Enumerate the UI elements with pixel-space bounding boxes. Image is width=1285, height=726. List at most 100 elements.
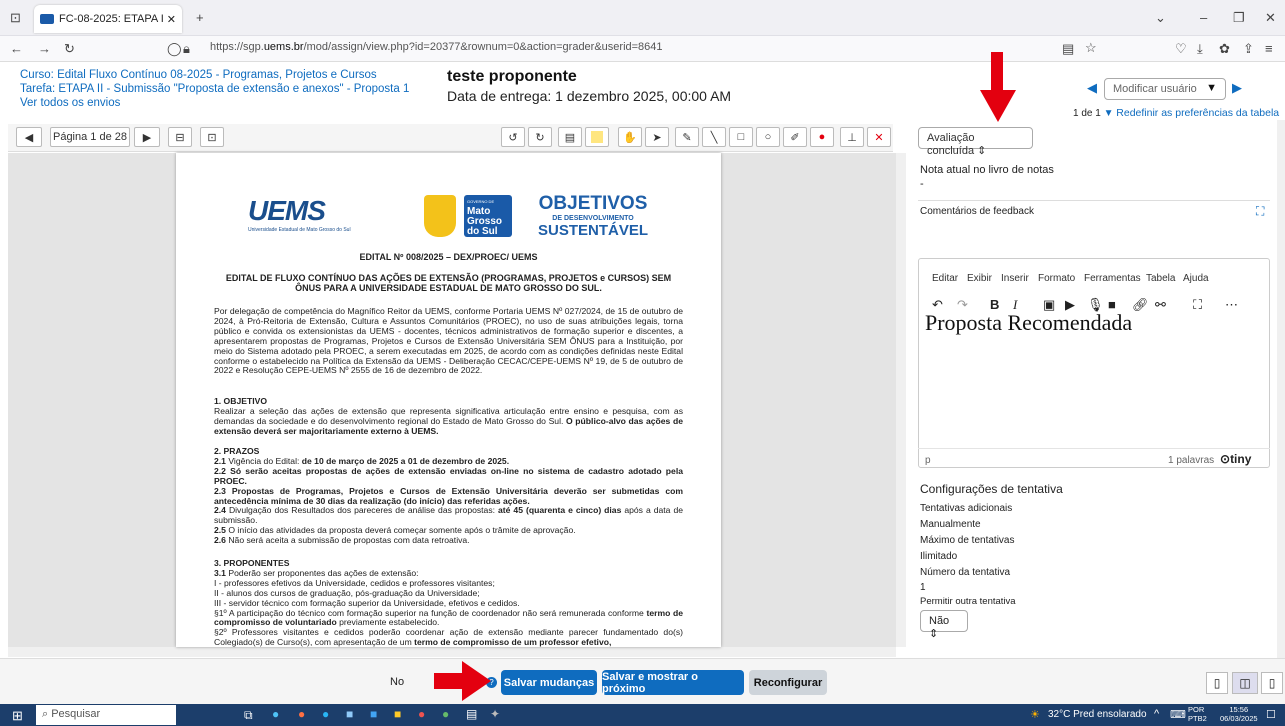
- browser-tab[interactable]: FC-08-2025: ETAPA II - Submiss ✕: [34, 5, 182, 33]
- reset-button[interactable]: Reconfigurar: [749, 670, 827, 695]
- ods-line2: DE DESENVOLVIMENTO: [552, 215, 634, 222]
- clock[interactable]: 15:56 06/03/2025: [1220, 705, 1258, 723]
- oval-button[interactable]: ○: [756, 127, 780, 147]
- change-user-select[interactable]: Modificar usuário ▼: [1104, 78, 1226, 100]
- notepad-icon[interactable]: ▤: [466, 707, 477, 721]
- line-button[interactable]: ╲: [702, 127, 726, 147]
- delete-button[interactable]: ✕: [867, 127, 891, 147]
- more-icon[interactable]: ⋯: [1225, 297, 1238, 313]
- next-user-icon[interactable]: ▶: [1232, 80, 1242, 96]
- layout-split-icon[interactable]: ◫: [1232, 672, 1258, 694]
- feedback-content[interactable]: Proposta Recomendada: [925, 310, 1132, 336]
- pocket-icon[interactable]: ♡: [1175, 42, 1187, 55]
- chevron-down-icon[interactable]: ⌄: [1155, 11, 1166, 24]
- outlook-icon[interactable]: ■: [370, 707, 377, 721]
- expand-icon[interactable]: ⛶: [1256, 204, 1264, 219]
- url-field[interactable]: https://sgp.uems.br/mod/assign/view.php?…: [210, 41, 663, 53]
- menu-ferramentas[interactable]: Ferramentas: [1084, 273, 1141, 284]
- menu-icon[interactable]: ≡: [1265, 42, 1273, 55]
- close-tab-icon[interactable]: ✕: [167, 13, 176, 26]
- select-button[interactable]: ➤: [645, 127, 669, 147]
- menu-ajuda[interactable]: Ajuda: [1183, 273, 1209, 284]
- highlight-button[interactable]: ✐: [783, 127, 807, 147]
- rectangle-button[interactable]: □: [729, 127, 753, 147]
- status-select[interactable]: Avaliação concluída ⇕: [918, 127, 1033, 157]
- rotate-right-button[interactable]: ↻: [528, 127, 552, 147]
- chrome-icon[interactable]: ●: [442, 707, 449, 721]
- maximize-icon[interactable]: ❐: [1233, 11, 1245, 24]
- prev-page-button[interactable]: ◀: [16, 127, 42, 147]
- pan-button[interactable]: ✋: [618, 127, 642, 147]
- unlink-icon[interactable]: ⚯: [1155, 297, 1166, 313]
- reader-view-icon[interactable]: ▤: [1062, 42, 1074, 55]
- share-icon[interactable]: ⇪: [1243, 42, 1254, 55]
- stamp-button[interactable]: ⊥: [840, 127, 864, 147]
- expand-comments-button[interactable]: ⊡: [200, 127, 224, 147]
- menu-formato[interactable]: Formato: [1038, 273, 1075, 284]
- chevron-down-icon: ▼: [1206, 82, 1217, 94]
- comment-button[interactable]: ▤: [558, 127, 582, 147]
- color-button[interactable]: [585, 127, 609, 147]
- item-text: Divulgação dos Resultados dos pareceres …: [225, 505, 499, 516]
- page-select[interactable]: Página 1 de 28: [50, 127, 130, 147]
- rotate-left-button[interactable]: ↺: [501, 127, 525, 147]
- save-button[interactable]: Salvar mudanças: [501, 670, 597, 695]
- close-window-icon[interactable]: ✕: [1265, 11, 1276, 24]
- firefox-icon[interactable]: ●: [298, 707, 305, 721]
- clock-date: 06/03/2025: [1220, 714, 1258, 723]
- new-tab-icon[interactable]: +: [196, 11, 204, 24]
- fullscreen-icon[interactable]: ⛶: [1193, 297, 1202, 313]
- minimize-icon[interactable]: –: [1200, 11, 1207, 24]
- prev-user-icon[interactable]: ◀: [1087, 80, 1097, 96]
- menu-inserir[interactable]: Inserir: [1001, 273, 1029, 284]
- extra-attempts-label: Tentativas adicionais: [920, 503, 1013, 514]
- menu-editar[interactable]: Editar: [932, 273, 958, 284]
- color-drop-button[interactable]: ●: [810, 127, 834, 147]
- weather-text[interactable]: 32°C Pred ensolarado: [1048, 709, 1147, 720]
- keyboard-icon[interactable]: ⌨: [1170, 708, 1186, 721]
- reload-icon[interactable]: ↻: [64, 42, 75, 55]
- search-comments-button[interactable]: ⊟: [168, 127, 192, 147]
- word-count: 1 palavras: [1168, 455, 1215, 466]
- download-icon[interactable]: ⤓: [1197, 42, 1203, 55]
- reset-prefs-link[interactable]: Redefinir as preferências da tabela: [1116, 107, 1279, 119]
- filter-icon[interactable]: ▼: [1104, 108, 1117, 119]
- notifications-icon[interactable]: ☐: [1266, 708, 1276, 721]
- pen-button[interactable]: ✎: [675, 127, 699, 147]
- extensions-icon[interactable]: ✿: [1219, 42, 1230, 55]
- view-all-link[interactable]: Ver todos os envios: [20, 96, 409, 110]
- language-indicator[interactable]: POR PTB2: [1188, 705, 1207, 723]
- pdf-vertical-scrollbar[interactable]: [896, 153, 906, 647]
- shield-icon[interactable]: ◯: [167, 42, 182, 55]
- panel-scrollbar[interactable]: [1277, 120, 1285, 660]
- layout-right-icon[interactable]: ▯: [1261, 672, 1283, 694]
- tab-list-icon[interactable]: ⊡: [10, 11, 21, 24]
- feedback-editor[interactable]: [918, 258, 1270, 468]
- task-link[interactable]: Tarefa: ETAPA II - Submissão "Proposta d…: [20, 82, 409, 96]
- edge-icon[interactable]: ●: [322, 707, 329, 721]
- pdf-horizontal-scrollbar[interactable]: [8, 647, 896, 657]
- bookmark-star-icon[interactable]: ☆: [1085, 41, 1097, 54]
- taskbar-search[interactable]: ⌕ Pesquisar: [36, 705, 176, 725]
- lock-icon[interactable]: 🔒︎: [183, 42, 190, 55]
- forward-icon[interactable]: →: [38, 42, 51, 55]
- app-icon[interactable]: ●: [272, 707, 279, 721]
- save-next-button[interactable]: Salvar e mostrar o próximo: [602, 670, 744, 695]
- next-page-button[interactable]: ▶: [134, 127, 160, 147]
- task-view-icon[interactable]: ⧉: [244, 708, 253, 723]
- store-icon[interactable]: ■: [346, 707, 353, 721]
- app2-icon[interactable]: ●: [418, 707, 425, 721]
- back-icon[interactable]: ←: [10, 42, 23, 55]
- link-icon[interactable]: 🔗︎: [1132, 297, 1149, 313]
- tiny-logo[interactable]: ⊙tiny: [1220, 452, 1251, 466]
- course-link[interactable]: Curso: Edital Fluxo Contínuo 08-2025 - P…: [20, 68, 409, 82]
- layout-left-icon[interactable]: ▯: [1206, 672, 1228, 694]
- app3-icon[interactable]: ✦: [490, 707, 500, 721]
- windows-start-icon[interactable]: ⊞: [12, 708, 23, 724]
- gov-logo-line4: do Sul: [467, 226, 498, 237]
- menu-exibir[interactable]: Exibir: [967, 273, 992, 284]
- allow-attempt-select[interactable]: Não ⇕: [920, 610, 968, 640]
- tray-chevron-icon[interactable]: ^: [1154, 708, 1159, 720]
- menu-tabela[interactable]: Tabela: [1146, 273, 1175, 284]
- explorer-icon[interactable]: ■: [394, 707, 401, 721]
